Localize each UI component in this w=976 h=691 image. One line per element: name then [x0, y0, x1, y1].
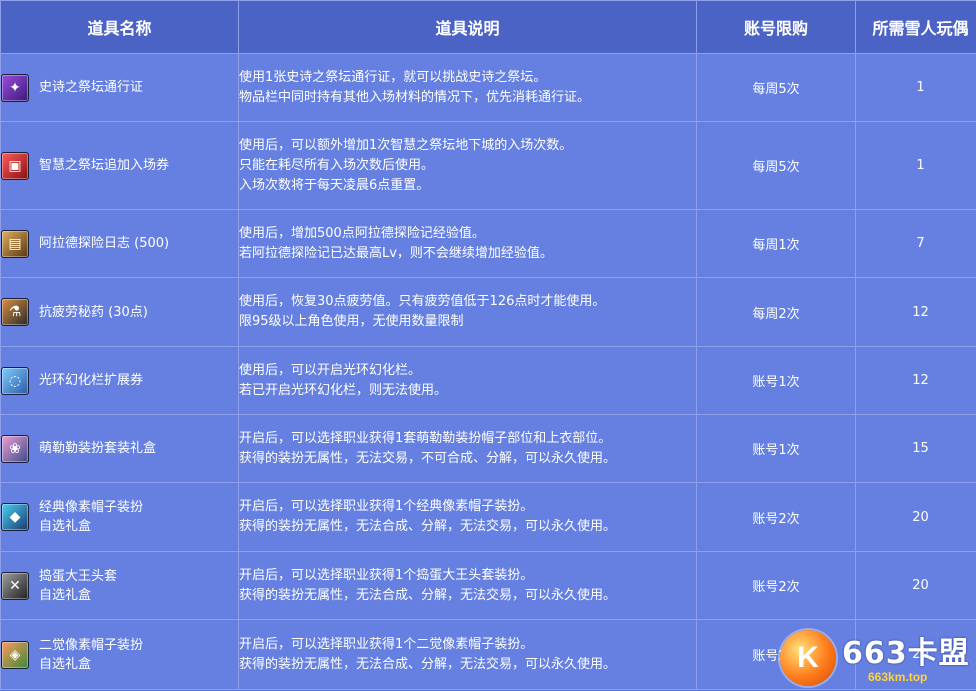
watermark-title: 663卡盟 — [842, 636, 970, 671]
table-row: ◌ 光环幻化栏扩展券 使用后，可以开启光环幻化栏。 若已开启光环幻化栏，则无法使… — [0, 346, 976, 415]
snowman-cost: 1 — [855, 121, 976, 210]
item-name-cell: ❀ 萌勒勒装扮套装礼盒 — [0, 414, 239, 483]
account-limit: 账号1次 — [696, 346, 856, 415]
snowman-cost: 20 — [855, 482, 976, 552]
epic-altar-pass-icon: ✦ — [1, 73, 29, 102]
troublemaker-hat-box-icon: ✕ — [1, 571, 29, 600]
table-row: ▣ 智慧之祭坛追加入场券 使用后，可以额外增加1次智慧之祭坛地下城的入场次数。 … — [0, 121, 976, 210]
item-name: 萌勒勒装扮套装礼盒 — [39, 441, 157, 456]
item-name: 智慧之祭坛追加入场券 — [39, 158, 170, 173]
item-name-cell: ◈ 二觉像素帽子装扮 自选礼盒 — [0, 619, 239, 690]
item-description-cell: 使用后，可以开启光环幻化栏。 若已开启光环幻化栏，则无法使用。 — [238, 346, 697, 415]
item-name-line: 捣蛋大王头套 — [39, 568, 118, 584]
table-row: ❀ 萌勒勒装扮套装礼盒 开启后，可以选择职业获得1套萌勒勒装扮帽子部位和上衣部位… — [0, 414, 976, 483]
wisdom-altar-ticket-icon: ▣ — [1, 151, 29, 180]
snowman-cost: 7 — [855, 209, 976, 278]
item-name-line: 经典像素帽子装扮 — [39, 500, 144, 515]
table-row: ✕ 捣蛋大王头套 自选礼盒 开启后，可以选择职业获得1个捣蛋大王头套装扮。 获得… — [0, 551, 976, 620]
account-limit: 每周1次 — [696, 209, 856, 278]
description-line: 若已开启光环幻化栏，则无法使用。 — [239, 382, 448, 398]
account-limit: 每周5次 — [696, 53, 856, 122]
item-name: 光环幻化栏扩展券 — [39, 373, 144, 388]
description-line: 使用1张史诗之祭坛通行证，就可以挑战史诗之祭坛。 — [239, 69, 547, 85]
description-line: 获得的装扮无属性，无法合成、分解，无法交易，可以永久使用。 — [239, 519, 617, 534]
snowman-cost: 20 — [855, 551, 976, 620]
description-line: 获得的装扮无属性，无法合成、分解，无法交易，可以永久使用。 — [239, 587, 617, 603]
header-account-limit: 账号限购 — [696, 0, 856, 54]
description-line: 开启后，可以选择职业获得1套萌勒勒装扮帽子部位和上衣部位。 — [239, 430, 612, 446]
description-line: 入场次数将于每天凌晨6点重置。 — [239, 177, 430, 193]
awakening-pixel-hat-box-icon: ◈ — [1, 640, 29, 669]
item-description-cell: 开启后，可以选择职业获得1个捣蛋大王头套装扮。 获得的装扮无属性，无法合成、分解… — [238, 551, 697, 620]
snowman-cost: 1 — [855, 53, 976, 122]
header-item-name: 道具名称 — [0, 0, 239, 54]
table-row: ▤ 阿拉德探险日志 (500) 使用后，增加500点阿拉德探险记经验值。 若阿拉… — [0, 209, 976, 278]
item-description-cell: 开启后，可以选择职业获得1套萌勒勒装扮帽子部位和上衣部位。 获得的装扮无属性，无… — [238, 414, 697, 483]
item-description-cell: 使用后，可以额外增加1次智慧之祭坛地下城的入场次数。 只能在耗尽所有入场次数后使… — [238, 121, 697, 210]
item-name-cell: ▣ 智慧之祭坛追加入场券 — [0, 121, 239, 210]
item-name-cell: ◆ 经典像素帽子装扮 自选礼盒 — [0, 482, 239, 552]
description-line: 若阿拉德探险记已达最高Lv，则不会继续增加经验值。 — [239, 245, 553, 261]
item-name-cell: ✦ 史诗之祭坛通行证 — [0, 53, 239, 122]
header-snowman-cost: 所需雪人玩偶 — [855, 0, 976, 54]
item-name: 抗疲劳秘药 (30点) — [39, 304, 148, 320]
snowman-cost: 15 — [855, 414, 976, 483]
aura-slot-icon: ◌ — [1, 366, 29, 395]
item-name-line: 二觉像素帽子装扮 — [39, 637, 144, 653]
snowman-cost: 12 — [855, 277, 976, 347]
description-line: 使用后，可以开启光环幻化栏。 — [239, 362, 422, 378]
item-name: 史诗之祭坛通行证 — [39, 80, 144, 95]
account-limit: 每周2次 — [696, 277, 856, 347]
account-limit: 每周5次 — [696, 121, 856, 210]
item-name-cell: ▤ 阿拉德探险日志 (500) — [0, 209, 239, 278]
account-limit: 账号2次 — [696, 482, 856, 552]
table-header-row: 道具名称 道具说明 账号限购 所需雪人玩偶 — [0, 0, 976, 54]
table-row: ◆ 经典像素帽子装扮 自选礼盒 开启后，可以选择职业获得1个经典像素帽子装扮。 … — [0, 482, 976, 552]
description-line: 限95级以上角色使用，无使用数量限制 — [239, 314, 464, 329]
snowman-cost: 12 — [855, 346, 976, 415]
watermark-url: 663km.top — [868, 670, 928, 684]
item-name-line: 自选礼盒 — [39, 519, 92, 534]
table-row: ⚗ 抗疲劳秘药 (30点) 使用后，恢复30点疲劳值。只有疲劳值低于126点时才… — [0, 277, 976, 347]
description-line: 开启后，可以选择职业获得1个经典像素帽子装扮。 — [239, 499, 534, 514]
item-description-cell: 使用后，恢复30点疲劳值。只有疲劳值低于126点时才能使用。 限95级以上角色使… — [238, 277, 697, 347]
item-name-cell: ⚗ 抗疲劳秘药 (30点) — [0, 277, 239, 347]
item-name-line: 自选礼盒 — [39, 587, 92, 603]
item-description-cell: 开启后，可以选择职业获得1个二觉像素帽子装扮。 获得的装扮无属性，无法合成、分解… — [238, 619, 697, 690]
adventure-journal-icon: ▤ — [1, 229, 29, 258]
item-description-cell: 使用后，增加500点阿拉德探险记经验值。 若阿拉德探险记已达最高Lv，则不会继续… — [238, 209, 697, 278]
item-name-line: 自选礼盒 — [39, 656, 92, 672]
description-line: 只能在耗尽所有入场次数后使用。 — [239, 157, 435, 173]
site-logo-icon: K — [780, 630, 836, 686]
description-line: 获得的装扮无属性，无法合成、分解，无法交易，可以永久使用。 — [239, 656, 617, 672]
table-row: ✦ 史诗之祭坛通行证 使用1张史诗之祭坛通行证，就可以挑战史诗之祭坛。 物品栏中… — [0, 53, 976, 122]
item-name-cell: ◌ 光环幻化栏扩展券 — [0, 346, 239, 415]
account-limit: 账号1次 — [696, 414, 856, 483]
description-line: 使用后，增加500点阿拉德探险记经验值。 — [239, 225, 485, 241]
item-name-cell: ✕ 捣蛋大王头套 自选礼盒 — [0, 551, 239, 620]
fatigue-potion-icon: ⚗ — [1, 298, 29, 326]
item-description-cell: 使用1张史诗之祭坛通行证，就可以挑战史诗之祭坛。 物品栏中同时持有其他入场材料的… — [238, 53, 697, 122]
description-line: 开启后，可以选择职业获得1个捣蛋大王头套装扮。 — [239, 567, 534, 583]
header-item-description: 道具说明 — [238, 0, 697, 54]
pixel-hat-box-icon: ◆ — [1, 503, 29, 531]
description-line: 获得的装扮无属性，无法交易，不可合成、分解，可以永久使用。 — [239, 450, 617, 466]
item-description-cell: 开启后，可以选择职业获得1个经典像素帽子装扮。 获得的装扮无属性，无法合成、分解… — [238, 482, 697, 552]
item-name: 阿拉德探险日志 (500) — [39, 236, 170, 251]
cute-costume-box-icon: ❀ — [1, 434, 29, 463]
description-line: 使用后，恢复30点疲劳值。只有疲劳值低于126点时才能使用。 — [239, 294, 606, 309]
description-line: 物品栏中同时持有其他入场材料的情况下，优先消耗通行证。 — [239, 89, 591, 105]
description-line: 开启后，可以选择职业获得1个二觉像素帽子装扮。 — [239, 636, 534, 652]
description-line: 使用后，可以额外增加1次智慧之祭坛地下城的入场次数。 — [239, 137, 573, 153]
items-table: 道具名称 道具说明 账号限购 所需雪人玩偶 ✦ 史诗之祭坛通行证 使用1张史诗之… — [0, 0, 976, 690]
site-watermark: K 663卡盟 663km.top — [776, 626, 976, 691]
account-limit: 账号2次 — [696, 551, 856, 620]
